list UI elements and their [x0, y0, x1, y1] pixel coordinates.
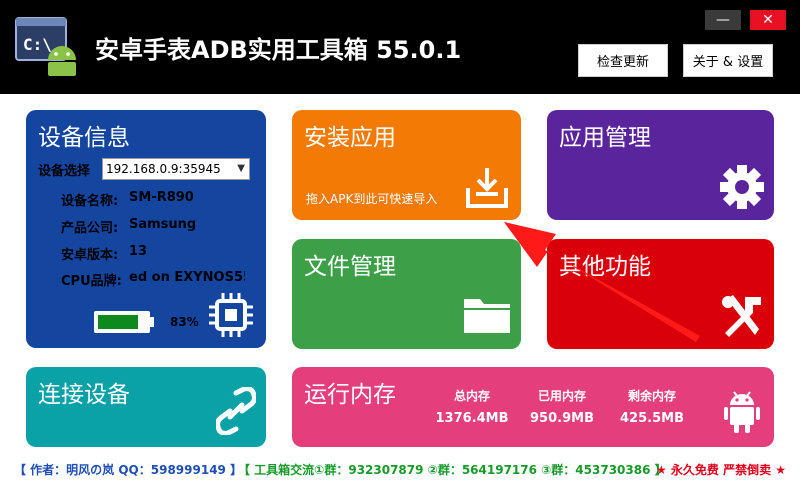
memory-free-value: 425.5MB	[620, 411, 684, 426]
battery-tip	[150, 317, 154, 327]
device-name-row: 设备名称: SM-R890	[61, 190, 251, 209]
install-drop-hint: 拖入APK到此可快速导入	[306, 192, 438, 206]
chevron-down-icon: ▼	[237, 163, 245, 174]
app-management-title: 应用管理	[559, 125, 651, 151]
memory-tile: 运行内存 总内存 已用内存 剩余内存 1376.4MB 950.9MB 425.…	[292, 367, 774, 447]
folder-icon	[464, 299, 510, 333]
connect-device-tile[interactable]: 连接设备	[26, 367, 266, 447]
gear-icon	[720, 165, 764, 209]
app-management-tile[interactable]: 应用管理	[547, 110, 774, 220]
connect-device-title: 连接设备	[38, 382, 130, 408]
device-name-value: SM-R890	[129, 190, 194, 205]
device-vendor-value: Samsung	[129, 217, 197, 232]
install-app-title: 安装应用	[304, 125, 396, 151]
memory-free-label: 剩余内存	[627, 389, 676, 403]
battery-indicator	[94, 311, 150, 333]
link-icon	[216, 387, 256, 435]
android-icon	[724, 391, 760, 433]
cpu-brand-value: ed on EXYNOS55	[129, 270, 245, 285]
free-notice: ★ 永久免费 严禁倒卖 ★	[656, 463, 787, 477]
other-functions-tile[interactable]: 其他功能	[547, 239, 774, 349]
battery-fill	[98, 315, 138, 329]
android-version-label: 安卓版本:	[61, 248, 119, 263]
memory-title: 运行内存	[304, 382, 396, 408]
title-bar: C:\_ 安卓手表ADB实用工具箱 55.0.1 — ✕ 检查更新 关于 & 设…	[0, 0, 800, 94]
minimize-button[interactable]: —	[705, 10, 741, 30]
memory-used-value: 950.9MB	[530, 411, 594, 426]
device-vendor-label: 产品公司:	[61, 221, 119, 236]
status-bar: 【 作者：明风の岚 QQ：598999149 】 【 工具箱交流①群：93230…	[0, 458, 800, 480]
about-settings-button[interactable]: 关于 & 设置	[683, 44, 773, 77]
android-version-row: 安卓版本: 13	[61, 244, 251, 263]
memory-total-label: 总内存	[453, 389, 490, 403]
device-select-label: 设备选择	[38, 164, 91, 179]
chip-icon	[209, 293, 253, 337]
cpu-brand-row: CPU品牌: ed on EXYNOS55	[61, 270, 251, 289]
close-button[interactable]: ✕	[750, 10, 786, 30]
group-info: 【 工具箱交流①群：932307879 ②群：564197176 ③群：4537…	[238, 463, 667, 477]
battery-percent: 83%	[170, 315, 199, 329]
android-version-value: 13	[129, 244, 148, 259]
device-select-dropdown[interactable]: 192.168.0.9:35945 ▼	[102, 158, 250, 180]
memory-total-value: 1376.4MB	[435, 411, 509, 426]
check-update-button[interactable]: 检查更新	[578, 44, 668, 77]
install-app-tile[interactable]: 安装应用 拖入APK到此可快速导入	[292, 110, 521, 220]
terminal-android-icon: C:\_	[15, 17, 76, 76]
file-management-tile[interactable]: 文件管理	[292, 239, 521, 349]
author-info: 【 作者：明风の岚 QQ：598999149 】	[14, 463, 243, 477]
device-vendor-row: 产品公司: Samsung	[61, 217, 251, 236]
download-tray-icon	[466, 168, 508, 208]
device-info-title: 设备信息	[38, 125, 130, 151]
device-name-label: 设备名称:	[61, 194, 119, 209]
cpu-brand-label: CPU品牌:	[61, 274, 122, 289]
app-title: 安卓手表ADB实用工具箱 55.0.1	[95, 36, 462, 64]
memory-used-label: 已用内存	[537, 389, 586, 403]
tools-icon	[722, 295, 761, 337]
other-functions-title: 其他功能	[559, 254, 651, 280]
file-management-title: 文件管理	[304, 254, 396, 280]
device-select-value: 192.168.0.9:35945	[106, 162, 221, 176]
